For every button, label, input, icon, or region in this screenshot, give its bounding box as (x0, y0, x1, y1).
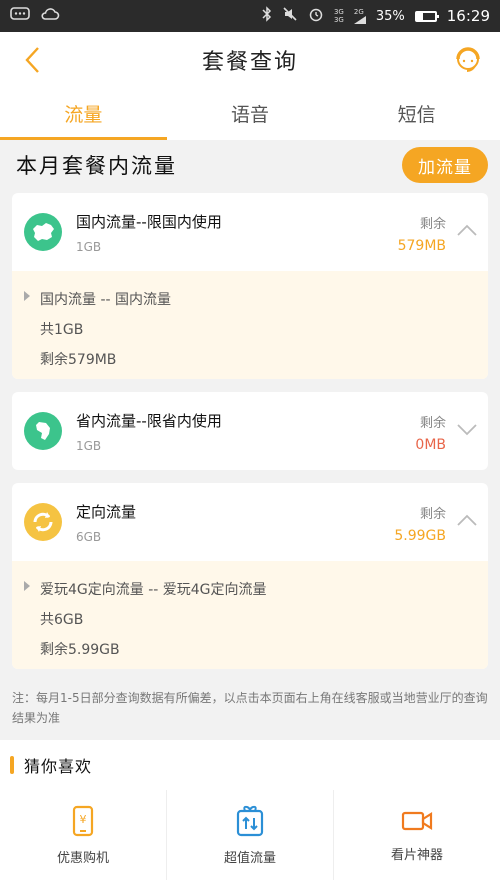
battery-percent: 35% (375, 8, 405, 24)
customer-service-button[interactable] (448, 40, 488, 80)
china-map-icon (24, 213, 62, 251)
page-title: 套餐查询 (201, 50, 298, 75)
cloud-icon (40, 7, 60, 25)
recommend-item-video[interactable]: 看片神器 (334, 790, 500, 880)
chevron-up-icon[interactable] (456, 513, 478, 527)
card-remain: 剩余 5.99GB (394, 503, 446, 544)
recommend-item-phone[interactable]: ¥ 优惠购机 (0, 790, 167, 880)
province-map-icon (24, 412, 62, 450)
alarm-icon (308, 6, 324, 26)
card-detail: 爱玩4G定向流量 -- 爱玩4G定向流量 共6GB 剩余5.99GB (12, 561, 488, 669)
remain-value: 5.99GB (394, 528, 446, 544)
battery-icon (414, 10, 439, 22)
detail-title: 爱玩4G定向流量 -- 爱玩4G定向流量 (40, 582, 267, 598)
recommend-label: 看片神器 (390, 847, 443, 863)
tab-data[interactable]: 流量 (0, 88, 167, 140)
remain-value: 579MB (397, 238, 446, 254)
card-info: 国内流量--限国内使用 1GB (76, 211, 222, 254)
detail-total: 共1GB (40, 322, 84, 338)
section-header: 本月套餐内流量 加流量 (0, 140, 500, 190)
video-camera-icon (401, 811, 433, 830)
card-header[interactable]: 国内流量--限国内使用 1GB 剩余 579MB (12, 193, 488, 271)
tab-voice[interactable]: 语音 (167, 88, 334, 140)
recommend-label: 超值流量 (223, 850, 276, 866)
detail-remain: 剩余5.99GB (40, 642, 120, 658)
recommend-item-data[interactable]: 超值流量 (167, 790, 334, 880)
disclaimer-note: 注：每月1-5日部分查询数据有所偏差，以点击本页面右上角在线客服或当地营业厅的查… (12, 691, 488, 725)
tab-bar: 流量 语音 短信 (0, 88, 500, 140)
accent-bar (10, 756, 14, 774)
detail-total: 共6GB (40, 612, 84, 628)
card-header[interactable]: 省内流量--限省内使用 1GB 剩余 0MB (12, 392, 488, 470)
package-card-directional: 定向流量 6GB 剩余 5.99GB 爱玩4G定向流量 -- 爱玩4G定向流量 … (12, 483, 488, 669)
remain-value: 0MB (415, 437, 446, 453)
recommend-items: ¥ 优惠购机 超值流量 看片神器 (0, 790, 500, 880)
chevron-up-icon[interactable] (456, 223, 478, 237)
refresh-icon (24, 503, 62, 541)
network-sub1: 3G (333, 16, 344, 24)
status-left (10, 7, 60, 25)
signal-icon (353, 16, 366, 24)
card-name: 定向流量 (76, 502, 137, 521)
caret-right-icon (24, 581, 30, 591)
card-name: 省内流量--限省内使用 (76, 411, 222, 430)
card-info: 省内流量--限省内使用 1GB (76, 410, 222, 453)
card-info: 定向流量 6GB (76, 501, 136, 544)
card-remain: 剩余 579MB (398, 213, 446, 254)
card-detail: 国内流量 -- 国内流量 共1GB 剩余579MB (12, 271, 488, 379)
status-right: 3G 3G 2G 35% 16:29 (262, 6, 490, 26)
bluetooth-icon (262, 6, 272, 26)
card-total: 1GB (76, 239, 102, 254)
remain-label: 剩余 (419, 507, 446, 522)
detail-title: 国内流量 -- 国内流量 (40, 292, 172, 308)
section-title: 本月套餐内流量 (16, 154, 177, 178)
clock: 16:29 (446, 7, 490, 25)
status-bar: 3G 3G 2G 35% 16:29 (0, 0, 500, 32)
phone-yuan-icon: ¥ (72, 805, 94, 836)
card-name: 国内流量--限国内使用 (76, 212, 222, 231)
nav-bar: 套餐查询 (0, 32, 500, 88)
remain-label: 剩余 (419, 416, 446, 431)
mute-icon (282, 6, 298, 26)
package-card-domestic: 国内流量--限国内使用 1GB 剩余 579MB 国内流量 -- 国内流量 共1… (12, 193, 488, 379)
gift-transfer-icon (236, 805, 264, 836)
customer-service-icon (456, 47, 480, 72)
network-top: 3G (333, 8, 344, 16)
recommend-title: 猜你喜欢 (24, 757, 93, 776)
network-sub2: 2G (353, 8, 364, 16)
recommend-label: 优惠购机 (56, 850, 109, 866)
svg-text:¥: ¥ (80, 813, 87, 826)
chevron-down-icon[interactable] (456, 422, 478, 436)
card-header[interactable]: 定向流量 6GB 剩余 5.99GB (12, 483, 488, 561)
card-total: 1GB (76, 438, 102, 453)
battery-level (416, 12, 424, 20)
add-data-button[interactable]: 加流量 (402, 147, 488, 183)
tab-sms[interactable]: 短信 (333, 88, 500, 140)
chevron-left-icon (25, 47, 39, 73)
remain-label: 剩余 (419, 217, 446, 232)
card-remain: 剩余 0MB (415, 412, 446, 453)
recommend-section: 猜你喜欢 ¥ 优惠购机 超值流量 看片神器 (0, 740, 500, 888)
caret-right-icon (24, 291, 30, 301)
card-total: 6GB (76, 529, 102, 544)
network-indicator: 3G 3G (334, 8, 344, 24)
recommend-header: 猜你喜欢 (0, 740, 500, 790)
chat-icon (10, 7, 30, 25)
detail-remain: 剩余579MB (40, 352, 117, 368)
back-button[interactable] (12, 40, 52, 80)
package-card-provincial: 省内流量--限省内使用 1GB 剩余 0MB (12, 392, 488, 470)
network-indicator-2: 2G (353, 8, 366, 24)
